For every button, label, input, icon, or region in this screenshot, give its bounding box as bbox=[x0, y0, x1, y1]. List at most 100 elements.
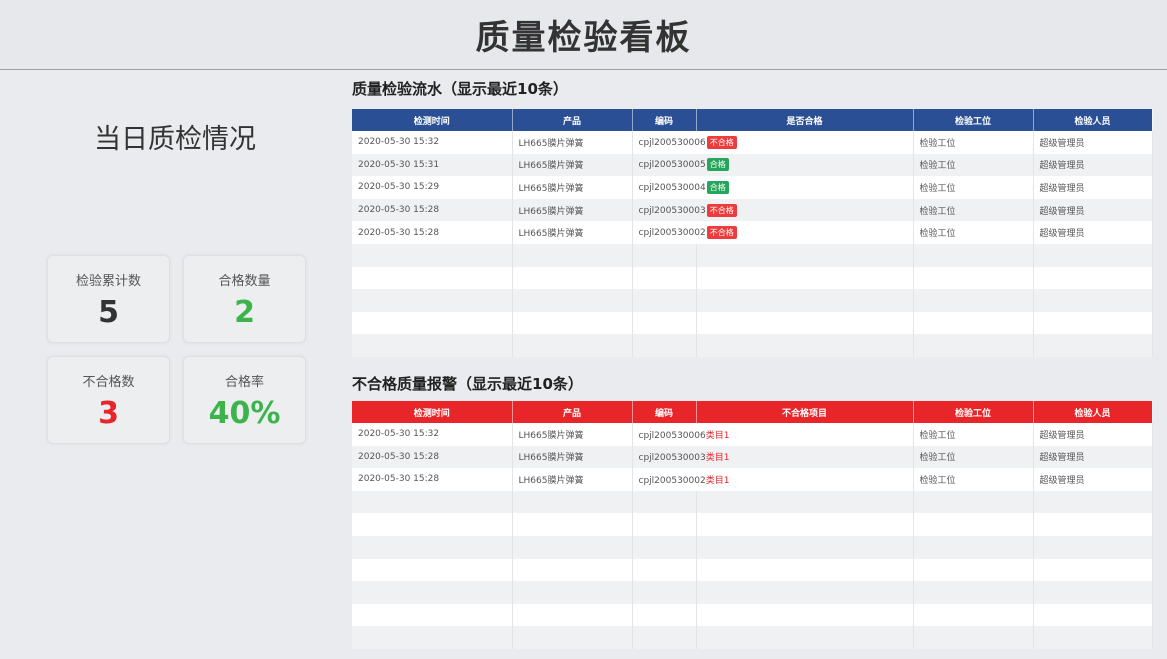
station-cell: 检验工位 bbox=[913, 221, 1034, 244]
table-row[interactable] bbox=[352, 289, 1153, 312]
empty-cell bbox=[632, 490, 697, 514]
station-cell: 检验工位 bbox=[913, 445, 1034, 469]
table-row[interactable] bbox=[352, 243, 1153, 267]
result-badge: 不合格 bbox=[706, 135, 737, 149]
result-badge: 不合格 bbox=[706, 226, 737, 240]
time-cell: 2020-05-30 15:32 bbox=[352, 423, 513, 446]
time-cell: 2020-05-30 15:28 bbox=[352, 198, 513, 222]
column-header: 产品 bbox=[512, 109, 633, 131]
empty-cell bbox=[696, 490, 914, 514]
empty-cell bbox=[913, 490, 1034, 514]
empty-cell bbox=[913, 535, 1034, 559]
column-header: 检验工位 bbox=[913, 401, 1034, 423]
failed-item-text: 类目1 bbox=[705, 453, 730, 464]
empty-cell bbox=[632, 289, 697, 312]
table-row[interactable] bbox=[352, 581, 1153, 604]
table-row[interactable]: 2020-05-30 15:28 LH665膜片弹簧 cpjl200530003 不合… bbox=[352, 198, 1153, 222]
empty-cell bbox=[632, 311, 697, 335]
table-row[interactable]: 2020-05-30 15:32 LH665膜片弹簧 cpjl200530006类目… bbox=[352, 423, 1153, 446]
table-row[interactable] bbox=[352, 603, 1153, 627]
empty-cell bbox=[696, 311, 914, 335]
empty-cell bbox=[352, 289, 513, 312]
page-header: 质量检验看板 bbox=[0, 0, 1167, 70]
empty-cell bbox=[512, 603, 633, 627]
empty-cell bbox=[913, 581, 1034, 604]
empty-cell bbox=[913, 289, 1034, 312]
card-label: 检验累计数 bbox=[75, 274, 141, 289]
empty-cell bbox=[512, 581, 633, 604]
empty-cell bbox=[913, 603, 1034, 627]
empty-cell bbox=[1033, 334, 1153, 357]
card-label: 合格率 bbox=[224, 375, 264, 390]
column-header: 编码 bbox=[632, 109, 697, 131]
failure-alarm-table: 检测时间 产品 编码 不合格项目 检验工位 检验人员 2020-05-30 15… bbox=[352, 401, 1153, 649]
table-row[interactable] bbox=[352, 266, 1153, 290]
table-row[interactable]: 2020-05-30 15:32 LH665膜片弹簧 cpjl200530006 不合… bbox=[352, 131, 1153, 154]
table-row[interactable]: 2020-05-30 15:28 LH665膜片弹簧 cpjl200530003类目… bbox=[352, 445, 1153, 469]
pass-count-card: 合格数量 2 bbox=[183, 255, 306, 343]
column-header: 产品 bbox=[512, 401, 633, 423]
empty-cell bbox=[696, 558, 914, 582]
empty-cell bbox=[352, 490, 513, 514]
table-row[interactable] bbox=[352, 490, 1153, 514]
station-cell: 检验工位 bbox=[913, 423, 1034, 446]
table-row[interactable]: 2020-05-30 15:29 LH665膜片弹簧 cpjl200530004 合格… bbox=[352, 176, 1153, 199]
alarm-section-title: 不合格质量报警（显示最近10条） bbox=[352, 375, 583, 393]
empty-cell bbox=[632, 558, 697, 582]
empty-cell bbox=[632, 535, 697, 559]
table-row[interactable] bbox=[352, 558, 1153, 582]
time-cell: 2020-05-30 15:28 bbox=[352, 445, 513, 469]
product-cell: LH665膜片弹簧 bbox=[512, 153, 633, 177]
empty-cell bbox=[352, 243, 513, 267]
person-cell: 超级管理员 bbox=[1033, 153, 1153, 177]
empty-cell bbox=[512, 513, 633, 536]
table-row[interactable]: 2020-05-30 15:31 LH665膜片弹簧 cpjl200530005 合格… bbox=[352, 153, 1153, 177]
table-row[interactable] bbox=[352, 513, 1153, 536]
product-cell: LH665膜片弹簧 bbox=[512, 423, 633, 446]
empty-cell bbox=[1033, 311, 1153, 335]
failed-item-text: 类目1 bbox=[705, 430, 730, 441]
station-cell: 检验工位 bbox=[913, 131, 1034, 154]
empty-cell bbox=[1033, 266, 1153, 290]
empty-cell bbox=[632, 603, 697, 627]
empty-cell bbox=[696, 289, 914, 312]
empty-cell bbox=[696, 266, 914, 290]
table-row[interactable]: 2020-05-30 15:28 LH665膜片弹簧 cpjl200530002类目… bbox=[352, 468, 1153, 491]
column-header: 是否合格 bbox=[696, 109, 914, 131]
code-text: cpjl200530006 bbox=[638, 137, 706, 148]
table-row[interactable] bbox=[352, 311, 1153, 335]
empty-cell bbox=[1033, 626, 1153, 649]
empty-cell bbox=[696, 334, 914, 357]
empty-cell bbox=[512, 626, 633, 649]
table-row[interactable] bbox=[352, 334, 1153, 357]
product-cell: LH665膜片弹簧 bbox=[512, 198, 633, 222]
empty-cell bbox=[632, 334, 697, 357]
code-text: cpjl200530006 bbox=[638, 430, 706, 441]
empty-cell bbox=[512, 266, 633, 290]
station-cell: 检验工位 bbox=[913, 153, 1034, 177]
person-cell: 超级管理员 bbox=[1033, 198, 1153, 222]
product-cell: LH665膜片弹簧 bbox=[512, 221, 633, 244]
time-cell: 2020-05-30 15:31 bbox=[352, 153, 513, 177]
empty-cell bbox=[696, 626, 914, 649]
empty-cell bbox=[632, 581, 697, 604]
person-cell: 超级管理员 bbox=[1033, 176, 1153, 199]
table-row[interactable] bbox=[352, 535, 1153, 559]
empty-cell bbox=[696, 535, 914, 559]
empty-cell bbox=[352, 603, 513, 627]
table-row[interactable]: 2020-05-30 15:28 LH665膜片弹簧 cpjl200530002 不合… bbox=[352, 221, 1153, 244]
card-value: 3 bbox=[98, 396, 119, 431]
empty-cell bbox=[1033, 289, 1153, 312]
column-header: 编码 bbox=[632, 401, 697, 423]
empty-cell bbox=[352, 311, 513, 335]
table-row[interactable] bbox=[352, 626, 1153, 649]
product-cell: LH665膜片弹簧 bbox=[512, 176, 633, 199]
empty-cell bbox=[913, 266, 1034, 290]
empty-cell bbox=[352, 558, 513, 582]
code-cell: cpjl200530004 合格 bbox=[632, 176, 914, 199]
empty-cell bbox=[696, 243, 914, 267]
station-cell: 检验工位 bbox=[913, 198, 1034, 222]
empty-cell bbox=[512, 334, 633, 357]
card-value: 5 bbox=[98, 295, 119, 330]
code-cell: cpjl200530006 不合格 bbox=[632, 131, 914, 154]
